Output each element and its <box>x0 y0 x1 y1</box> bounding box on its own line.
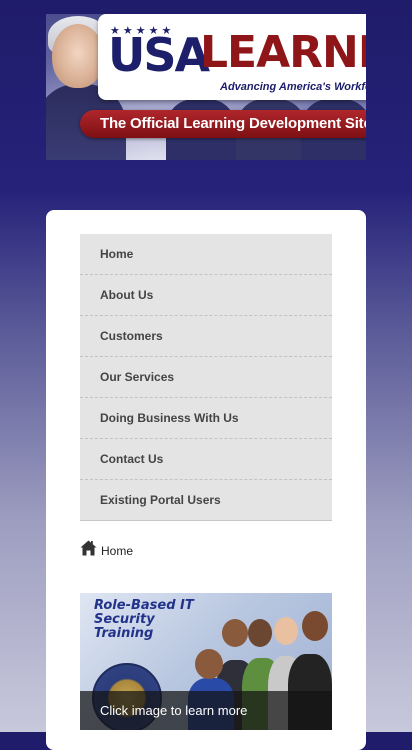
main-nav: Home About Us Customers Our Services Doi… <box>80 234 332 521</box>
home-icon[interactable] <box>80 540 97 556</box>
nav-item-doing-business[interactable]: Doing Business With Us <box>80 398 332 439</box>
banner-subtitle: The Official Learning Development Site f… <box>100 115 366 132</box>
logo-tagline: Advancing America's Workforce <box>220 81 366 93</box>
logo-usa: USA <box>108 28 210 82</box>
nav-item-about-us[interactable]: About Us <box>80 275 332 316</box>
nav-item-existing-portal-users[interactable]: Existing Portal Users <box>80 480 332 521</box>
breadcrumb-label: Home <box>101 544 134 558</box>
promo-title: Role-Based IT Security Training <box>94 598 194 641</box>
nav-item-customers[interactable]: Customers <box>80 316 332 357</box>
promo-caption: Click image to learn more <box>80 691 332 730</box>
banner-subtitle-band: The Official Learning Development Site f… <box>80 110 366 138</box>
breadcrumb: Home <box>80 538 133 558</box>
nav-item-our-services[interactable]: Our Services <box>80 357 332 398</box>
nav-item-contact-us[interactable]: Contact Us <box>80 439 332 480</box>
site-banner[interactable]: ★★★★★ USA LEARNING Advancing America's W… <box>46 14 366 160</box>
promo-image-it-security-training[interactable]: Role-Based IT Security Training Click im… <box>80 593 332 730</box>
nav-item-home[interactable]: Home <box>80 234 332 275</box>
site-logo[interactable]: ★★★★★ USA LEARNING Advancing America's W… <box>98 14 366 100</box>
logo-learning: LEARNING <box>200 27 366 78</box>
content-panel: Home About Us Customers Our Services Doi… <box>46 210 366 750</box>
